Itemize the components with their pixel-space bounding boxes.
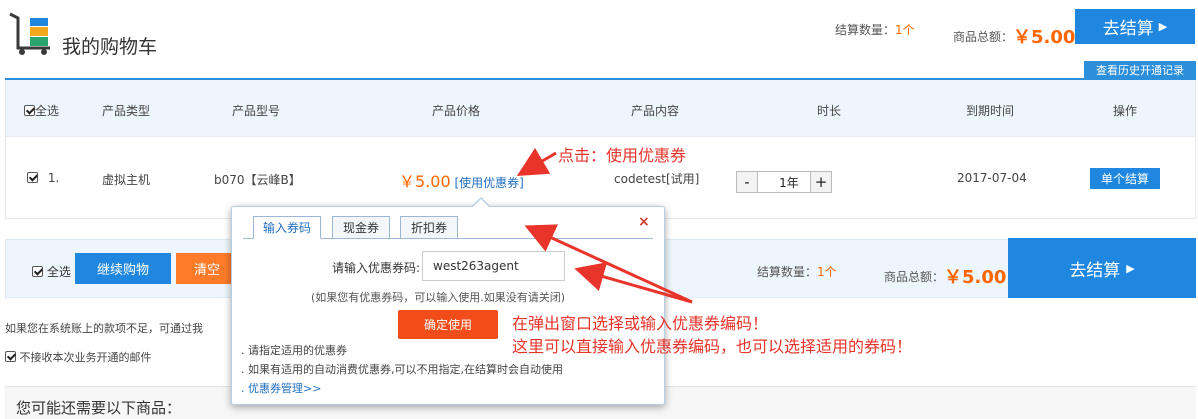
close-icon[interactable]: ×: [638, 214, 650, 230]
expire-date: 2017-07-04: [957, 171, 1027, 185]
coupon-code-input[interactable]: west263agent: [422, 251, 565, 281]
header-total-amount: ￥5.00: [1013, 27, 1076, 48]
bottom-settle-count: 结算数量：1个: [757, 265, 837, 279]
coupon-code-label: 请输入优惠券码:: [332, 261, 421, 275]
continue-shopping-button[interactable]: 继续购物: [75, 253, 171, 284]
page-title: 我的购物车: [62, 36, 158, 58]
column-header: 产品类型: [102, 104, 151, 118]
checkout-button-bottom[interactable]: 去结算 ▶: [1008, 238, 1196, 298]
column-header: 产品型号: [232, 104, 281, 118]
qty-plus-button[interactable]: +: [810, 171, 832, 193]
select-all-header[interactable]: 全选: [24, 102, 59, 119]
popup-note: . 请指定适用的优惠券: [241, 344, 347, 357]
notice-text: 如果您在系统账上的款项不足，可通过我: [5, 322, 203, 335]
checkbox[interactable]: [32, 266, 43, 277]
bottom-select-all[interactable]: 全选: [32, 263, 71, 280]
confirm-coupon-button[interactable]: 确定使用: [398, 310, 498, 339]
coupon-manage-link[interactable]: . 优惠券管理>>: [241, 380, 321, 396]
recommend-title: 您可能还需要以下商品：: [16, 399, 182, 417]
product-content: codetest[试用]: [614, 172, 700, 186]
annotation-line2: 这里可以直接输入优惠券编码，也可以选择适用的券码！: [512, 337, 913, 356]
checkbox[interactable]: [5, 351, 16, 362]
cart-icon: [8, 12, 54, 56]
caret-right-icon: ▶: [1158, 20, 1168, 33]
popup-note: . 如果有适用的自动消费优惠券,可以不用指定,在结算时会自动使用: [241, 363, 563, 376]
checkbox[interactable]: [24, 105, 35, 116]
clear-cart-button[interactable]: 清空: [176, 253, 236, 284]
product-type: 虚拟主机: [102, 173, 151, 187]
bottom-total: 商品总额：￥5.00: [884, 267, 1007, 288]
row-select[interactable]: 1.: [27, 171, 59, 185]
tab-cash-coupon[interactable]: 现金券: [332, 216, 390, 239]
popup-pointer-inner: [473, 199, 489, 207]
use-coupon-link[interactable]: [使用优惠券]: [454, 176, 523, 190]
history-button[interactable]: 查看历史开通记录: [1084, 61, 1196, 79]
column-header: 到期时间: [966, 104, 1015, 118]
annotation-click: 点击：使用优惠券: [558, 146, 687, 165]
header-total: 商品总额：￥5.00: [953, 27, 1076, 48]
single-checkout-button[interactable]: 单个结算: [1090, 168, 1160, 189]
bottom-total-amount: ￥5.00: [944, 267, 1007, 288]
tab-input-code[interactable]: 输入券码: [253, 216, 321, 239]
header-settle-count: 结算数量：1个: [835, 23, 915, 37]
column-header: 时长: [817, 104, 842, 118]
table-header: [5, 80, 1196, 136]
qty-minus-button[interactable]: -: [736, 171, 758, 193]
column-header: 产品价格: [432, 104, 481, 118]
column-header: 产品内容: [631, 104, 680, 118]
product-model: b070【云峰B】: [214, 173, 301, 187]
mail-option[interactable]: 不接收本次业务开通的邮件: [5, 349, 152, 365]
caret-right-icon: ▶: [1126, 261, 1135, 275]
tab-discount-coupon[interactable]: 折扣券: [400, 216, 458, 239]
coupon-hint: (如果您有优惠券码，可以输入使用.如果没有请关闭): [311, 291, 566, 304]
checkout-button-top[interactable]: 去结算 ▶: [1075, 9, 1195, 44]
checkbox[interactable]: [27, 172, 38, 183]
product-price: ￥5.00 [使用优惠券]: [399, 172, 524, 191]
column-header: 操作: [1113, 104, 1138, 118]
annotation-line1: 在弹出窗口选择或输入优惠券编码！: [512, 314, 769, 333]
